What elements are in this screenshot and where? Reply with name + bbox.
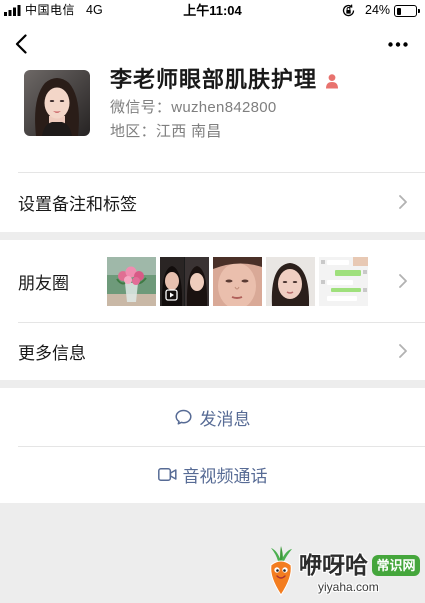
- video-call-label: 音视频通话: [182, 467, 268, 486]
- battery-level-fill: [396, 7, 401, 15]
- battery-icon: [394, 5, 420, 17]
- avatar-image: [24, 70, 90, 136]
- remarks-tags-label: 设置备注和标签: [18, 194, 137, 214]
- moments-label: 朋友圈: [18, 273, 69, 293]
- video-camera-icon: [157, 468, 177, 481]
- remarks-tags-row[interactable]: 设置备注和标签: [0, 172, 425, 232]
- status-bar: 中国电信 4G 上午11:04 24%: [0, 0, 425, 22]
- moments-thumbnails: [107, 257, 368, 306]
- send-message-label: 发消息: [199, 409, 251, 429]
- send-message-button[interactable]: 发消息: [0, 388, 425, 446]
- more-info-label: 更多信息: [18, 343, 86, 363]
- contact-profile-screen: 中国电信 4G 上午11:04 24% 李老师眼部肌肤护理 微信号：wuzhen…: [0, 0, 425, 603]
- moments-thumbnail-4[interactable]: [266, 257, 315, 306]
- profile-card: 中国电信 4G 上午11:04 24% 李老师眼部肌肤护理 微信号：wuzhen…: [0, 0, 425, 232]
- video-call-content: 音视频通话: [157, 462, 268, 487]
- wechat-id-value: wuzhen842800: [171, 99, 277, 116]
- orientation-lock-icon: [342, 4, 355, 17]
- send-message-content: 发消息: [174, 405, 251, 430]
- video-call-button[interactable]: 音视频通话: [0, 446, 425, 503]
- chevron-right-icon: [399, 274, 407, 288]
- avatar[interactable]: [24, 70, 90, 136]
- chevron-right-icon: [399, 344, 407, 358]
- moments-row[interactable]: 朋友圈: [0, 240, 425, 322]
- wechat-id-line: 微信号：wuzhen842800: [110, 98, 277, 118]
- battery-cap: [418, 9, 420, 13]
- watermark: 咿呀哈 常识网 yiyaha.com: [266, 546, 422, 600]
- watermark-domain: yiyaha.com: [318, 580, 379, 594]
- back-button[interactable]: [10, 30, 32, 58]
- more-info-row[interactable]: 更多信息: [0, 322, 425, 380]
- carrot-logo-icon: [270, 546, 292, 596]
- region-label: 地区：: [110, 123, 156, 140]
- moments-thumbnail-3[interactable]: [213, 257, 262, 306]
- region-line: 地区：江西 南昌: [110, 122, 222, 142]
- watermark-badge: 常识网: [372, 555, 420, 576]
- moments-thumbnail-5[interactable]: [319, 257, 368, 306]
- region-value: 江西 南昌: [155, 123, 222, 140]
- moments-thumbnail-1[interactable]: [107, 257, 156, 306]
- wechat-id-label: 微信号：: [110, 99, 172, 116]
- watermark-brand: 咿呀哈: [299, 552, 368, 578]
- chevron-left-icon: [15, 34, 27, 54]
- female-gender-icon: [326, 74, 339, 89]
- battery-percent: 24%: [365, 3, 391, 17]
- more-options-button[interactable]: [383, 32, 413, 56]
- info-card: 朋友圈 更多信息: [0, 240, 425, 380]
- more-dots-icon: [388, 41, 408, 47]
- chat-bubble-icon: [174, 409, 192, 425]
- chevron-right-icon: [399, 195, 407, 209]
- contact-name: 李老师眼部肌肤护理: [110, 67, 318, 92]
- clock: 上午11:04: [183, 3, 242, 18]
- moments-thumbnail-2[interactable]: [160, 257, 209, 306]
- contact-name-line: 李老师眼部肌肤护理: [110, 66, 339, 94]
- actions-card: 发消息 音视频通话: [0, 388, 425, 503]
